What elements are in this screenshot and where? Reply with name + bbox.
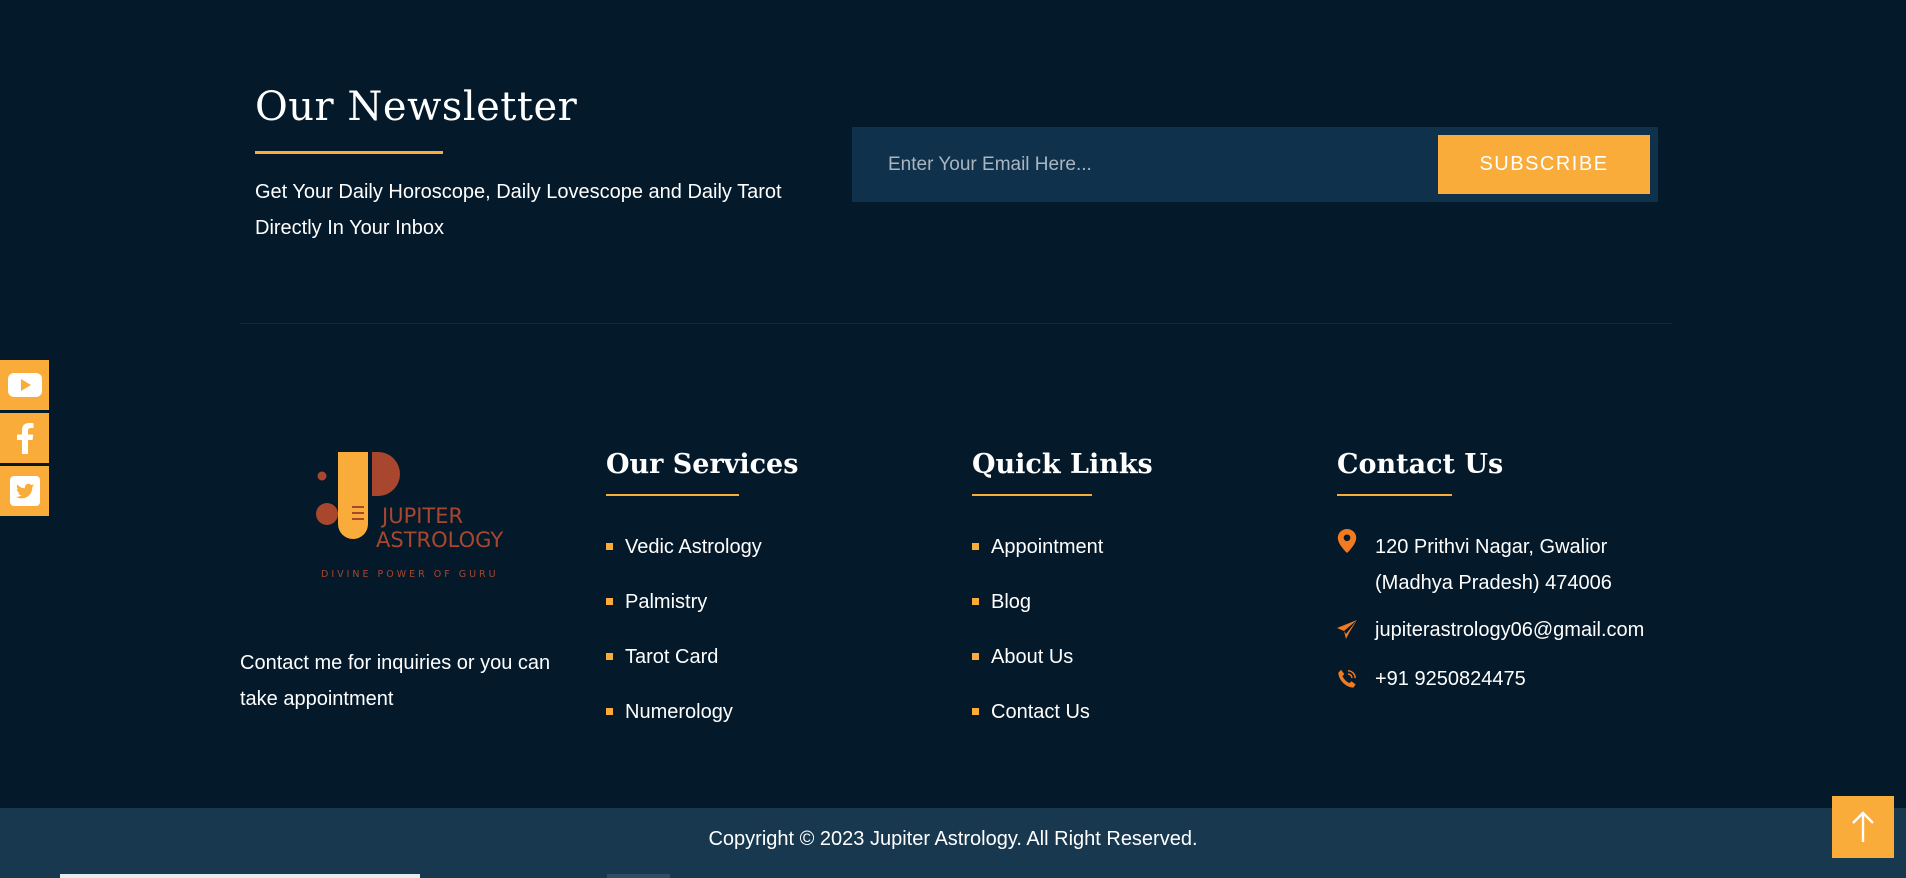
quick-link-appointment[interactable]: Appointment bbox=[972, 533, 1103, 588]
newsletter-title-underline bbox=[255, 151, 443, 154]
services-item-numerology[interactable]: Numerology bbox=[606, 698, 762, 753]
services-item-palmistry[interactable]: Palmistry bbox=[606, 588, 762, 643]
quick-link-blog[interactable]: Blog bbox=[972, 588, 1103, 643]
contact-phone[interactable]: +91 9250824475 bbox=[1337, 661, 1526, 697]
contact-email[interactable]: jupiterastrology06@gmail.com bbox=[1337, 612, 1644, 648]
bullet-icon bbox=[606, 653, 613, 660]
bullet-icon bbox=[606, 543, 613, 550]
quick-link-label: Appointment bbox=[991, 536, 1104, 558]
newsletter-form: SUBSCRIBE bbox=[852, 127, 1658, 202]
quick-link-label: Blog bbox=[991, 591, 1032, 613]
back-to-top-button[interactable] bbox=[1832, 796, 1894, 858]
quick-links-list: Appointment Blog About Us Contact Us bbox=[972, 533, 1103, 753]
jupiter-astrology-logo[interactable]: JUPITER ASTROLOGY DIVINE POWER OF GURU bbox=[312, 448, 512, 584]
facebook-link[interactable] bbox=[0, 413, 49, 463]
bottom-decor-line bbox=[607, 874, 670, 878]
bullet-icon bbox=[972, 653, 979, 660]
subscribe-button[interactable]: SUBSCRIBE bbox=[1438, 135, 1650, 194]
services-item-tarot-card[interactable]: Tarot Card bbox=[606, 643, 762, 698]
logo-mark: JUPITER ASTROLOGY DIVINE POWER OF GURU bbox=[316, 452, 503, 580]
social-sidebar bbox=[0, 360, 49, 519]
copyright-text: Copyright © 2023 Jupiter Astrology. All … bbox=[708, 828, 1198, 850]
bullet-icon bbox=[606, 708, 613, 715]
quick-link-label: About Us bbox=[991, 646, 1074, 668]
bullet-icon bbox=[606, 598, 613, 605]
newsletter-title: Our Newsletter bbox=[255, 84, 578, 130]
contact-title-underline bbox=[1337, 494, 1452, 496]
newsletter-email-input[interactable] bbox=[862, 135, 1450, 195]
quick-link-about-us[interactable]: About Us bbox=[972, 643, 1103, 698]
youtube-icon bbox=[7, 373, 42, 397]
about-text: Contact me for inquiries or you can take… bbox=[240, 652, 551, 710]
facebook-icon bbox=[16, 423, 33, 454]
services-item-label: Tarot Card bbox=[625, 646, 719, 668]
phone-icon bbox=[1338, 669, 1356, 688]
svg-text:JUPITER: JUPITER bbox=[380, 504, 463, 528]
services-item-label: Palmistry bbox=[625, 591, 708, 613]
paper-plane-icon bbox=[1337, 620, 1357, 639]
section-divider bbox=[240, 323, 1672, 324]
contact-address: 120 Prithvi Nagar, Gwalior (Madhya Prade… bbox=[1337, 529, 1645, 601]
services-title-underline bbox=[606, 494, 739, 496]
twitter-icon bbox=[9, 476, 40, 506]
svg-text:ASTROLOGY: ASTROLOGY bbox=[376, 528, 503, 552]
twitter-link[interactable] bbox=[0, 466, 49, 516]
quick-links-title-underline bbox=[972, 494, 1092, 496]
contact-phone-text: +91 9250824475 bbox=[1375, 668, 1526, 690]
arrow-up-icon bbox=[1852, 811, 1874, 842]
contact-email-text: jupiterastrology06@gmail.com bbox=[1375, 619, 1645, 641]
services-item-vedic-astrology[interactable]: Vedic Astrology bbox=[606, 533, 762, 588]
bullet-icon bbox=[972, 708, 979, 715]
bullet-icon bbox=[972, 598, 979, 605]
bullet-icon bbox=[972, 543, 979, 550]
services-title: Our Services bbox=[606, 449, 799, 480]
contact-title: Contact Us bbox=[1337, 449, 1504, 480]
bottom-decor-line bbox=[60, 874, 420, 878]
services-item-label: Vedic Astrology bbox=[625, 536, 762, 558]
newsletter-description: Get Your Daily Horoscope, Daily Lovescop… bbox=[255, 181, 782, 239]
footer-page: Our Newsletter Get Your Daily Horoscope,… bbox=[0, 0, 1906, 878]
youtube-link[interactable] bbox=[0, 360, 49, 410]
location-pin-icon bbox=[1337, 529, 1357, 553]
copyright-bar: Copyright © 2023 Jupiter Astrology. All … bbox=[0, 808, 1906, 878]
quick-links-title: Quick Links bbox=[972, 449, 1153, 480]
quick-link-label: Contact Us bbox=[991, 701, 1090, 723]
quick-link-contact-us[interactable]: Contact Us bbox=[972, 698, 1103, 753]
services-item-label: Numerology bbox=[625, 701, 733, 723]
services-list: Vedic Astrology Palmistry Tarot Card Num… bbox=[606, 533, 762, 753]
contact-address-text: 120 Prithvi Nagar, Gwalior (Madhya Prade… bbox=[1375, 536, 1612, 594]
svg-text:DIVINE POWER OF GURU: DIVINE POWER OF GURU bbox=[321, 569, 499, 580]
